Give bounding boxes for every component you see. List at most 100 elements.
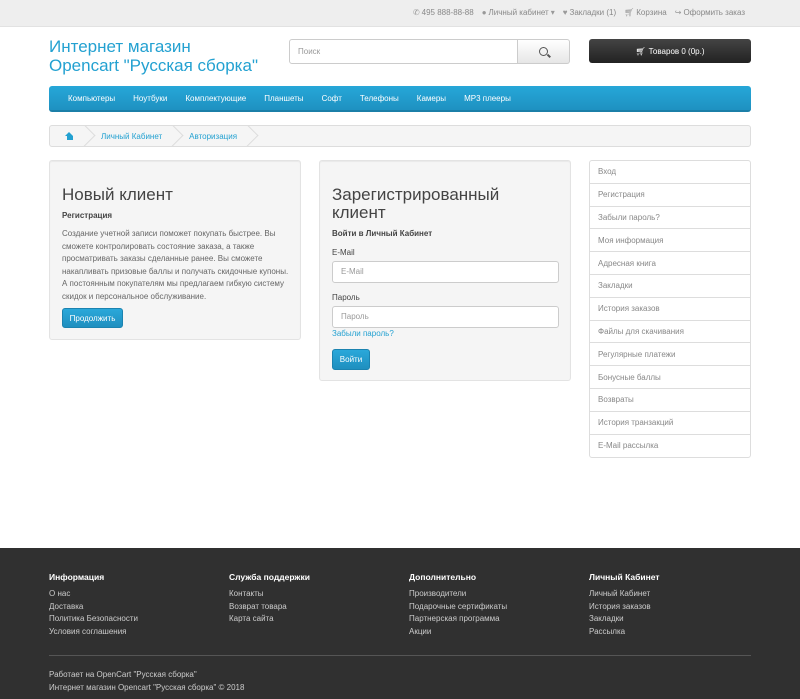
sidebar-item-downloads[interactable]: Файлы для скачивания (590, 321, 750, 344)
password-field[interactable]: Пароль (332, 306, 559, 328)
phone-number: 495 888-88-88 (421, 8, 474, 17)
heart-icon: ♥ (562, 8, 568, 17)
search-button[interactable] (518, 39, 570, 64)
home-icon (65, 132, 74, 140)
sidebar-item-reward-points[interactable]: Бонусные баллы (590, 366, 750, 389)
logo-line-1: Интернет магазин (49, 37, 191, 56)
powered-by-line-2: Интернет магазин Opencart "Русская сборк… (49, 682, 245, 692)
user-icon: ● (481, 8, 487, 17)
footer-heading-support: Служба поддержки (229, 572, 310, 582)
menu-item-components[interactable]: Комплектующие (185, 94, 246, 103)
breadcrumb-login[interactable]: Авторизация (174, 126, 249, 146)
footer-column-account: Личный Кабинет Личный Кабинет История за… (589, 572, 660, 638)
sidebar-item-my-info[interactable]: Моя информация (590, 229, 750, 253)
email-label: E-Mail (332, 248, 355, 257)
footer-link-about[interactable]: О нас (49, 588, 138, 601)
breadcrumb-login-label: Авторизация (189, 131, 238, 141)
checkout-link[interactable]: ↪ Оформить заказ (675, 8, 745, 17)
sidebar-item-register[interactable]: Регистрация (590, 184, 750, 207)
footer-divider (49, 655, 751, 656)
footer-link-specials[interactable]: Акции (409, 626, 507, 639)
footer-link-order-history[interactable]: История заказов (589, 601, 660, 614)
sidebar-item-recurring[interactable]: Регулярные платежи (590, 343, 750, 367)
footer-heading-account: Личный Кабинет (589, 572, 660, 582)
account-sidebar: Вход Регистрация Забыли пароль? Моя инфо… (589, 160, 751, 459)
menu-item-laptops[interactable]: Ноутбуки (133, 94, 167, 103)
footer-link-vouchers[interactable]: Подарочные сертификаты (409, 601, 507, 614)
account-label: Личный кабинет (488, 8, 549, 17)
logo-line-2: Opencart "Русская сборка" (49, 56, 258, 75)
menu-item-cameras[interactable]: Камеры (417, 94, 446, 103)
sidebar-item-returns[interactable]: Возвраты (590, 389, 750, 412)
registration-description: Создание учетной записи поможет покупать… (62, 229, 289, 301)
cart-icon: 🛒︎ (635, 46, 646, 56)
footer-link-manufacturers[interactable]: Производители (409, 588, 507, 601)
footer-heading-extras: Дополнительно (409, 572, 477, 582)
menu-item-phones[interactable]: Телефоны (360, 94, 399, 103)
sidebar-item-wishlist[interactable]: Закладки (590, 275, 750, 298)
breadcrumb-account[interactable]: Личный Кабинет (86, 126, 174, 146)
menu-item-software[interactable]: Софт (322, 94, 342, 103)
cart-button-label: Товаров 0 (0р.) (648, 46, 705, 56)
share-icon: ↪ (674, 8, 682, 17)
wishlist-link[interactable]: ♥ Закладки (1) (563, 8, 616, 17)
sidebar-item-address-book[interactable]: Адресная книга (590, 252, 750, 275)
search-group: Поиск (289, 39, 570, 64)
main-menu: Компьютеры Ноутбуки Комплектующие Планше… (49, 86, 751, 112)
footer: Информация О нас Доставка Политика Безоп… (0, 548, 800, 699)
continue-button[interactable]: Продолжить (62, 308, 123, 328)
footer-column-support: Служба поддержки Контакты Возврат товара… (229, 572, 310, 626)
footer-column-information: Информация О нас Доставка Политика Безоп… (49, 572, 138, 638)
powered-by-line-1: Работает на OpenCart "Русская сборка" (49, 670, 197, 679)
footer-link-contact[interactable]: Контакты (229, 588, 310, 601)
password-label: Пароль (332, 293, 360, 302)
footer-link-newsletter[interactable]: Рассылка (589, 626, 660, 639)
returning-customer-title: Зарегистрированный клиент (332, 185, 500, 222)
cart-label: Корзина (636, 8, 667, 17)
menu-item-mp3[interactable]: MP3 плееры (464, 94, 511, 103)
powered-by: Работает на OpenCart "Русская сборка" Ин… (49, 669, 244, 694)
footer-column-extras: Дополнительно Производители Подарочные с… (409, 572, 507, 638)
caret-down-icon: ▾ (550, 8, 555, 17)
menu-item-computers[interactable]: Компьютеры (68, 94, 115, 103)
footer-link-terms[interactable]: Условия соглашения (49, 626, 138, 639)
sidebar-item-login[interactable]: Вход (590, 161, 750, 184)
footer-link-account[interactable]: Личный Кабинет (589, 588, 660, 601)
footer-link-wishlist[interactable]: Закладки (589, 613, 660, 626)
menu-item-tablets[interactable]: Планшеты (264, 94, 303, 103)
email-field[interactable]: E-Mail (332, 261, 559, 283)
breadcrumb: Личный Кабинет Авторизация (49, 125, 751, 147)
registration-subtitle: Регистрация (62, 211, 113, 220)
checkout-label: Оформить заказ (683, 8, 745, 17)
returning-customer-panel: Зарегистрированный клиент Войти в Личный… (319, 160, 571, 381)
footer-link-affiliate[interactable]: Партнерская программа (409, 613, 507, 626)
phone-link[interactable]: ✆ 495 888-88-88 (413, 8, 474, 17)
sidebar-item-transactions[interactable]: История транзакций (590, 412, 750, 435)
footer-link-sitemap[interactable]: Карта сайта (229, 613, 310, 626)
sidebar-item-newsletter[interactable]: E-Mail рассылка (590, 435, 750, 458)
footer-link-returns[interactable]: Возврат товара (229, 601, 310, 614)
sidebar-item-order-history[interactable]: История заказов (590, 298, 750, 321)
sidebar-item-forgotten[interactable]: Забыли пароль? (590, 207, 750, 230)
breadcrumb-account-label: Личный Кабинет (101, 131, 163, 141)
footer-link-delivery[interactable]: Доставка (49, 601, 138, 614)
search-input[interactable]: Поиск (289, 39, 518, 64)
login-subtitle: Войти в Личный Кабинет (332, 229, 433, 238)
wishlist-label: Закладки (1) (569, 8, 617, 17)
breadcrumb-home[interactable] (50, 126, 86, 146)
forgot-password-link[interactable]: Забыли пароль? (332, 329, 394, 338)
cart-button[interactable]: 🛒︎ Товаров 0 (0р.) (589, 39, 751, 63)
login-button[interactable]: Войти (332, 349, 370, 370)
store-logo[interactable]: Интернет магазин Opencart "Русская сборк… (49, 37, 279, 75)
top-bar: ✆ 495 888-88-88 ● Личный кабинет ▾ ♥ Закладк… (0, 0, 800, 27)
footer-link-privacy[interactable]: Политика Безопасности (49, 613, 138, 626)
new-customer-title: Новый клиент (62, 185, 173, 204)
top-links: ✆ 495 888-88-88 ● Личный кабинет ▾ ♥ Закладк… (413, 8, 745, 17)
phone-icon: ✆ (412, 8, 420, 17)
account-dropdown[interactable]: ● Личный кабинет ▾ (482, 8, 555, 17)
new-customer-panel: Новый клиент Регистрация Создание учетно… (49, 160, 301, 340)
footer-heading-information: Информация (49, 572, 105, 582)
search-icon (539, 47, 548, 56)
cart-icon: 🛒︎ (624, 8, 635, 17)
cart-link[interactable]: 🛒︎ Корзина (624, 8, 667, 17)
